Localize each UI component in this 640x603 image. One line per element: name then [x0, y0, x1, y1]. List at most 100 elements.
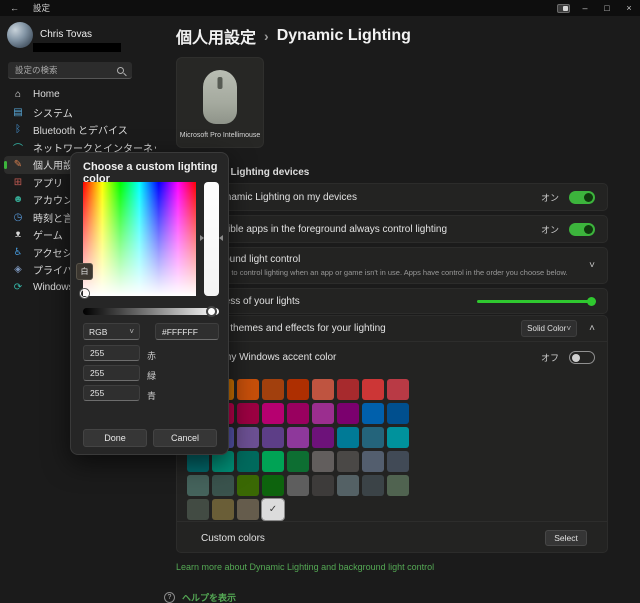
breadcrumb-parent[interactable]: 個人用設定 — [176, 24, 256, 48]
color-swatch[interactable] — [287, 451, 309, 472]
color-swatch[interactable] — [387, 379, 409, 400]
green-label: 緑 — [147, 369, 156, 382]
color-swatch[interactable] — [362, 379, 384, 400]
row-background-light-control[interactable]: Background light control Allow apps to c… — [176, 247, 608, 284]
sidebar-item-label: システム — [33, 105, 73, 120]
color-swatch[interactable] — [387, 427, 409, 448]
spectrum-selection-ring[interactable] — [80, 289, 89, 298]
color-swatch[interactable] — [362, 475, 384, 496]
foreground-apps-toggle[interactable] — [569, 223, 595, 236]
sidebar-item[interactable]: ⌂ Home — [4, 86, 156, 104]
select-button[interactable]: Select — [545, 530, 587, 546]
color-swatch[interactable] — [212, 499, 234, 520]
color-swatch[interactable] — [287, 427, 309, 448]
blue-input[interactable] — [83, 385, 140, 401]
help-icon: ? — [164, 592, 175, 603]
color-swatch[interactable] — [362, 427, 384, 448]
chevron-down-icon: ˅ — [129, 327, 134, 336]
color-swatch[interactable] — [262, 451, 284, 472]
color-swatch[interactable] — [287, 379, 309, 400]
maximize-button[interactable]: □ — [596, 1, 618, 15]
chevron-down-icon[interactable]: ˅ — [589, 260, 595, 271]
color-swatch[interactable] — [237, 427, 259, 448]
color-swatch[interactable] — [312, 403, 334, 424]
color-swatch[interactable] — [362, 451, 384, 472]
color-swatch[interactable] — [337, 451, 359, 472]
effects-dropdown[interactable]: Solid Color ˅ — [521, 320, 577, 337]
color-swatch[interactable] — [312, 379, 334, 400]
color-swatch[interactable] — [387, 475, 409, 496]
color-swatch[interactable] — [337, 379, 359, 400]
row-brightness: Brightness of your lights — [176, 288, 608, 314]
cancel-button[interactable]: Cancel — [153, 429, 217, 447]
titlebar: ← 設定 – □ × — [0, 0, 640, 16]
color-swatch[interactable] — [187, 475, 209, 496]
sidebar-item-icon: ᴥ — [10, 229, 26, 240]
color-swatch[interactable] — [287, 403, 309, 424]
value-slider-vertical[interactable] — [204, 182, 219, 296]
dynamic-lighting-toggle[interactable] — [569, 191, 595, 204]
color-swatch[interactable] — [362, 403, 384, 424]
titlebar-extra-icon[interactable] — [552, 1, 574, 15]
minimize-button[interactable]: – — [574, 1, 596, 15]
color-swatch[interactable] — [262, 379, 284, 400]
back-arrow-icon[interactable]: ← — [10, 3, 19, 13]
slider-notch-icon — [200, 235, 204, 241]
breadcrumb-separator-icon: › — [264, 28, 269, 44]
red-input[interactable] — [83, 345, 140, 361]
value-slider-horizontal[interactable] — [83, 306, 219, 317]
sidebar-item-icon: ◷ — [10, 212, 26, 223]
brightness-slider[interactable] — [477, 295, 595, 308]
effects-card: Choose themes and effects for your light… — [176, 315, 608, 553]
color-swatch[interactable] — [312, 451, 334, 472]
sidebar-item-icon: ✎ — [10, 159, 26, 170]
color-swatch[interactable] — [237, 451, 259, 472]
slider-handle[interactable] — [587, 297, 596, 306]
color-swatch[interactable] — [312, 427, 334, 448]
color-swatch[interactable] — [387, 403, 409, 424]
color-swatch[interactable] — [387, 451, 409, 472]
sidebar-item-icon: ⌂ — [10, 89, 26, 100]
blue-label: 青 — [147, 389, 156, 402]
sidebar-item[interactable]: ᛒ Bluetooth とデバイス — [4, 121, 156, 139]
done-button[interactable]: Done — [83, 429, 147, 447]
color-swatch[interactable] — [337, 475, 359, 496]
sidebar-item[interactable]: ▤ システム — [4, 104, 156, 122]
color-swatch[interactable] — [262, 499, 284, 520]
hex-input[interactable] — [155, 323, 219, 340]
color-swatch[interactable] — [187, 499, 209, 520]
color-swatch[interactable] — [237, 499, 259, 520]
color-swatch[interactable] — [262, 427, 284, 448]
color-spectrum[interactable] — [83, 182, 196, 296]
row-foreground-apps: Compatible apps in the foreground always… — [176, 215, 608, 243]
settings-search[interactable]: 設定の検索 — [8, 62, 132, 79]
color-picker-dialog: Choose a custom lighting color 白 RGB ˅ 赤… — [70, 152, 229, 455]
help-row[interactable]: ? ヘルプを表示 — [164, 591, 236, 603]
color-model-dropdown[interactable]: RGB ˅ — [83, 323, 140, 340]
green-input[interactable] — [83, 365, 140, 381]
learn-more-link[interactable]: Learn more about Dynamic Lighting and ba… — [176, 562, 434, 572]
color-swatch[interactable] — [337, 427, 359, 448]
avatar[interactable] — [7, 22, 33, 48]
color-swatch[interactable] — [212, 475, 234, 496]
color-swatch[interactable] — [237, 379, 259, 400]
row-label: Compatible apps in the foreground always… — [193, 224, 541, 235]
color-swatch[interactable] — [262, 475, 284, 496]
color-swatch[interactable] — [262, 403, 284, 424]
chevron-up-icon[interactable]: ˄ — [589, 323, 595, 334]
close-button[interactable]: × — [618, 1, 640, 15]
color-swatch[interactable] — [237, 403, 259, 424]
toggle-state-label: オフ — [541, 351, 559, 364]
device-card[interactable]: Microsoft Pro Intellimouse — [176, 57, 264, 148]
row-label: Match my Windows accent color — [193, 352, 541, 363]
color-swatch[interactable] — [237, 475, 259, 496]
redacted-email — [33, 43, 121, 52]
row-accent-color: Match my Windows accent color オフ — [177, 342, 607, 373]
dropdown-value: Solid Color — [527, 324, 566, 333]
color-swatch[interactable] — [337, 403, 359, 424]
help-link[interactable]: ヘルプを表示 — [182, 591, 236, 603]
color-swatch[interactable] — [287, 475, 309, 496]
color-swatch[interactable] — [312, 475, 334, 496]
accent-color-toggle[interactable] — [569, 351, 595, 364]
slider-handle[interactable] — [206, 306, 217, 317]
